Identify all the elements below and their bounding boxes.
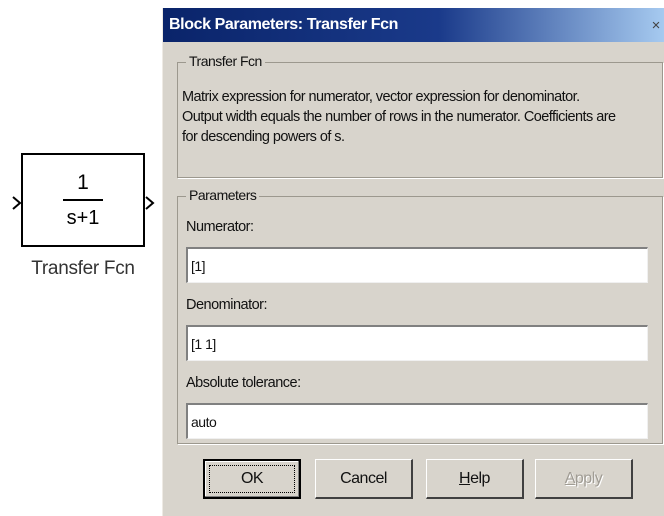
- apply-button-label: Apply: [564, 469, 603, 487]
- output-port-arrow-icon[interactable]: [145, 196, 155, 210]
- transfer-fcn-description-group: Transfer Fcn Matrix expression for numer…: [177, 53, 663, 178]
- ok-button[interactable]: OK: [203, 459, 301, 499]
- dialog-titlebar[interactable]: Block Parameters: Transfer Fcn ×: [163, 8, 664, 42]
- fraction-bar: [63, 199, 103, 201]
- description-line: Matrix expression for numerator, vector …: [182, 89, 580, 105]
- apply-button[interactable]: Apply: [535, 459, 633, 499]
- description-group-legend: Transfer Fcn: [186, 53, 265, 69]
- transfer-fcn-numerator: 1: [77, 171, 89, 194]
- focus-ring: [209, 465, 295, 493]
- absolute-tolerance-label: Absolute tolerance:: [186, 375, 301, 391]
- help-button-label: Help: [459, 469, 490, 487]
- denominator-label: Denominator:: [186, 297, 268, 313]
- block-name-label[interactable]: Transfer Fcn: [0, 258, 166, 280]
- cancel-button-label: Cancel: [340, 469, 387, 487]
- screen: 1 s+1 Transfer Fcn Block Parameters: Tra…: [0, 0, 664, 516]
- dialog-title: Block Parameters: Transfer Fcn: [169, 16, 398, 33]
- transfer-fcn-denominator: s+1: [66, 207, 100, 229]
- parameters-group-legend: Parameters: [186, 187, 260, 203]
- description-text: Matrix expression for numerator, vector …: [182, 87, 660, 147]
- absolute-tolerance-field[interactable]: [186, 403, 648, 439]
- parameters-group: Parameters Numerator: Denominator: Absol…: [177, 187, 663, 444]
- close-icon[interactable]: ×: [648, 17, 664, 35]
- numerator-label: Numerator:: [186, 219, 254, 235]
- transfer-fcn-block[interactable]: 1 s+1: [21, 153, 145, 247]
- numerator-field[interactable]: [186, 247, 648, 283]
- help-button[interactable]: Help: [426, 459, 524, 499]
- block-parameters-dialog: Block Parameters: Transfer Fcn × Transfe…: [162, 8, 664, 516]
- description-line: Output width equals the number of rows i…: [182, 109, 616, 125]
- cancel-button[interactable]: Cancel: [315, 459, 413, 499]
- denominator-field[interactable]: [186, 325, 648, 361]
- description-line: for descending powers of s.: [182, 129, 345, 145]
